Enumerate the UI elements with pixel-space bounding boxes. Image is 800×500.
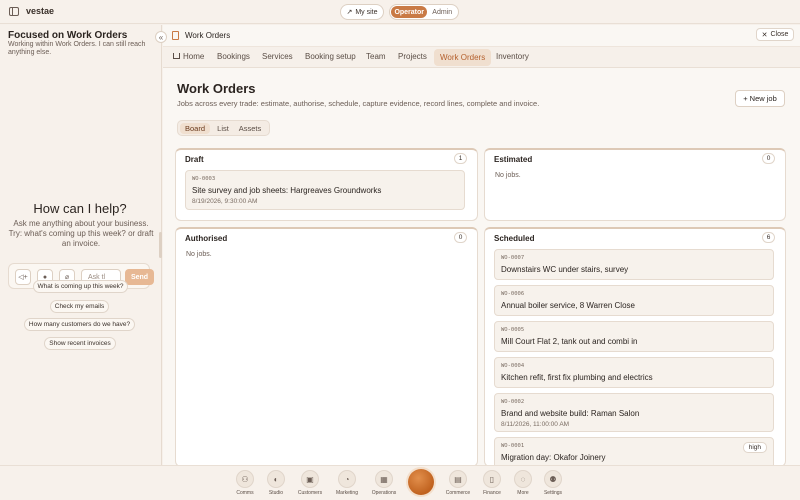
main-content: Work Orders ✕ Close Home Bookings Servic…: [163, 25, 800, 467]
help-heading: How can I help?: [33, 201, 127, 216]
column-draft: Draft 1 WO-0003 Site survey and job shee…: [175, 148, 478, 221]
external-link-icon: ↗: [346, 9, 353, 16]
empty-state: No jobs.: [186, 251, 212, 258]
column-title: Draft: [185, 155, 204, 164]
work-order-title: Kitchen refit, first fix plumbing and el…: [501, 373, 653, 382]
work-order-title: Site survey and job sheets: Hargreaves G…: [192, 186, 382, 195]
work-order-title: Downstairs WC under stairs, survey: [501, 265, 629, 274]
tab-team[interactable]: Team: [366, 52, 386, 61]
focus-title: Focused on Work Orders: [8, 30, 128, 41]
role-switcher: Operator Admin: [389, 4, 459, 20]
voice-mode-icon[interactable]: ◁+: [15, 269, 31, 285]
brand-name: vestae: [26, 6, 55, 16]
people-icon: ⚇: [236, 470, 254, 488]
empty-state: No jobs.: [495, 172, 521, 179]
clipboard-icon: [172, 31, 179, 40]
work-order-id: WO-0001: [501, 443, 525, 449]
focus-subtitle: Working within Work Orders. I can still …: [8, 41, 146, 56]
dock-settings[interactable]: ⚉ Settings: [539, 470, 567, 496]
work-order-id: WO-0007: [501, 255, 525, 261]
module-tabs: Home Bookings Services Booking setup Tea…: [163, 46, 800, 68]
work-order-id: WO-0002: [501, 399, 525, 405]
work-order-card[interactable]: WO-0007 Downstairs WC under stairs, surv…: [494, 249, 774, 280]
sidebar-toggle-icon[interactable]: [9, 7, 19, 16]
page-title: Work Orders: [177, 81, 256, 96]
column-estimated: Estimated 0 No jobs.: [484, 148, 786, 221]
column-count-badge: 0: [762, 153, 775, 164]
help-subtitle: Ask me anything about your business. Try…: [8, 219, 154, 248]
dock-studio[interactable]: ◐ Studio: [262, 470, 290, 496]
panel-scrollbar[interactable]: [159, 232, 162, 258]
priority-badge: high: [742, 442, 767, 453]
tab-inventory[interactable]: Inventory: [496, 52, 529, 61]
work-order-title: Migration day: Okafor Joinery: [501, 453, 606, 462]
settings-people-icon: ⚉: [544, 470, 562, 488]
suggestion-chip[interactable]: What is coming up this week?: [33, 280, 128, 293]
work-order-id: WO-0006: [501, 291, 525, 297]
send-button[interactable]: Send: [125, 269, 154, 285]
store-icon: ▤: [449, 470, 467, 488]
view-switcher: Board List Assets: [177, 120, 270, 136]
dock-operations[interactable]: ▦ Operations: [370, 470, 398, 496]
tab-work-orders[interactable]: Work Orders: [434, 49, 492, 66]
work-order-id: WO-0003: [192, 176, 216, 182]
close-button[interactable]: ✕ Close: [756, 28, 794, 41]
document-icon: ▯: [483, 470, 501, 488]
megaphone-icon: ◔: [338, 470, 356, 488]
tab-projects[interactable]: Projects: [398, 52, 427, 61]
dock-customers[interactable]: ▣ Customers: [296, 470, 324, 496]
assistant-orb-button[interactable]: [408, 469, 434, 495]
dock-commerce[interactable]: ▤ Commerce: [444, 470, 472, 496]
chat-icon: ◌: [514, 470, 532, 488]
suggestion-chip[interactable]: Show recent invoices: [44, 337, 116, 350]
work-order-card[interactable]: WO-0005 Mill Court Flat 2, tank out and …: [494, 321, 774, 352]
view-assets-tab[interactable]: Assets: [235, 123, 265, 134]
tab-booking-setup[interactable]: Booking setup: [305, 52, 356, 61]
tab-bookings[interactable]: Bookings: [217, 52, 250, 61]
work-order-card[interactable]: WO-0004 Kitchen refit, first fix plumbin…: [494, 357, 774, 388]
close-icon: ✕: [761, 31, 768, 39]
breadcrumb: Work Orders: [185, 31, 231, 40]
my-site-button[interactable]: ↗ My site: [340, 4, 384, 20]
view-board-tab[interactable]: Board: [180, 123, 210, 134]
column-count-badge: 1: [454, 153, 467, 164]
top-bar: vestae ↗ My site Operator Admin: [0, 0, 800, 24]
palette-icon: ◐: [267, 470, 285, 488]
work-order-date: 8/19/2026, 9:30:00 AM: [192, 198, 258, 205]
collapse-panel-button[interactable]: «: [155, 31, 167, 43]
column-count-badge: 6: [762, 232, 775, 243]
dock-marketing[interactable]: ◔ Marketing: [333, 470, 361, 496]
tab-home[interactable]: Home: [173, 52, 204, 61]
bottom-dock: ⚇ Comms ◐ Studio ▣ Customers ◔ Marketing…: [0, 465, 800, 500]
assistant-panel: Focused on Work Orders Working within Wo…: [0, 25, 162, 465]
column-count-badge: 0: [454, 232, 467, 243]
work-order-title: Brand and website build: Raman Salon: [501, 409, 640, 418]
column-title: Scheduled: [494, 234, 535, 243]
work-order-card[interactable]: WO-0001 Migration day: Okafor Joinery hi…: [494, 437, 774, 466]
work-order-id: WO-0005: [501, 327, 525, 333]
column-title: Estimated: [494, 155, 533, 164]
suggestion-chip[interactable]: Check my emails: [50, 300, 109, 313]
column-title: Authorised: [185, 234, 228, 243]
suggestion-chip[interactable]: How many customers do we have?: [24, 318, 135, 331]
tab-services[interactable]: Services: [262, 52, 293, 61]
column-authorised: Authorised 0 No jobs.: [175, 227, 478, 467]
role-operator-button[interactable]: Operator: [391, 6, 428, 18]
work-order-card[interactable]: WO-0002 Brand and website build: Raman S…: [494, 393, 774, 432]
work-order-title: Mill Court Flat 2, tank out and combi in: [501, 337, 638, 346]
page-subtitle: Jobs across every trade: estimate, autho…: [177, 99, 540, 108]
work-order-id: WO-0004: [501, 363, 525, 369]
work-order-title: Annual boiler service, 8 Warren Close: [501, 301, 635, 310]
work-order-date: 8/11/2026, 11:00:00 AM: [501, 421, 570, 428]
home-icon: [173, 53, 180, 59]
new-job-button[interactable]: + New job: [735, 90, 785, 107]
contact-card-icon: ▣: [301, 470, 319, 488]
work-order-card[interactable]: WO-0006 Annual boiler service, 8 Warren …: [494, 285, 774, 316]
calendar-icon: ▦: [375, 470, 393, 488]
work-order-card[interactable]: WO-0003 Site survey and job sheets: Harg…: [185, 170, 465, 210]
view-list-tab[interactable]: List: [214, 123, 232, 134]
column-scheduled: Scheduled 6 WO-0007 Downstairs WC under …: [484, 227, 786, 467]
role-admin-button[interactable]: Admin: [427, 6, 457, 18]
